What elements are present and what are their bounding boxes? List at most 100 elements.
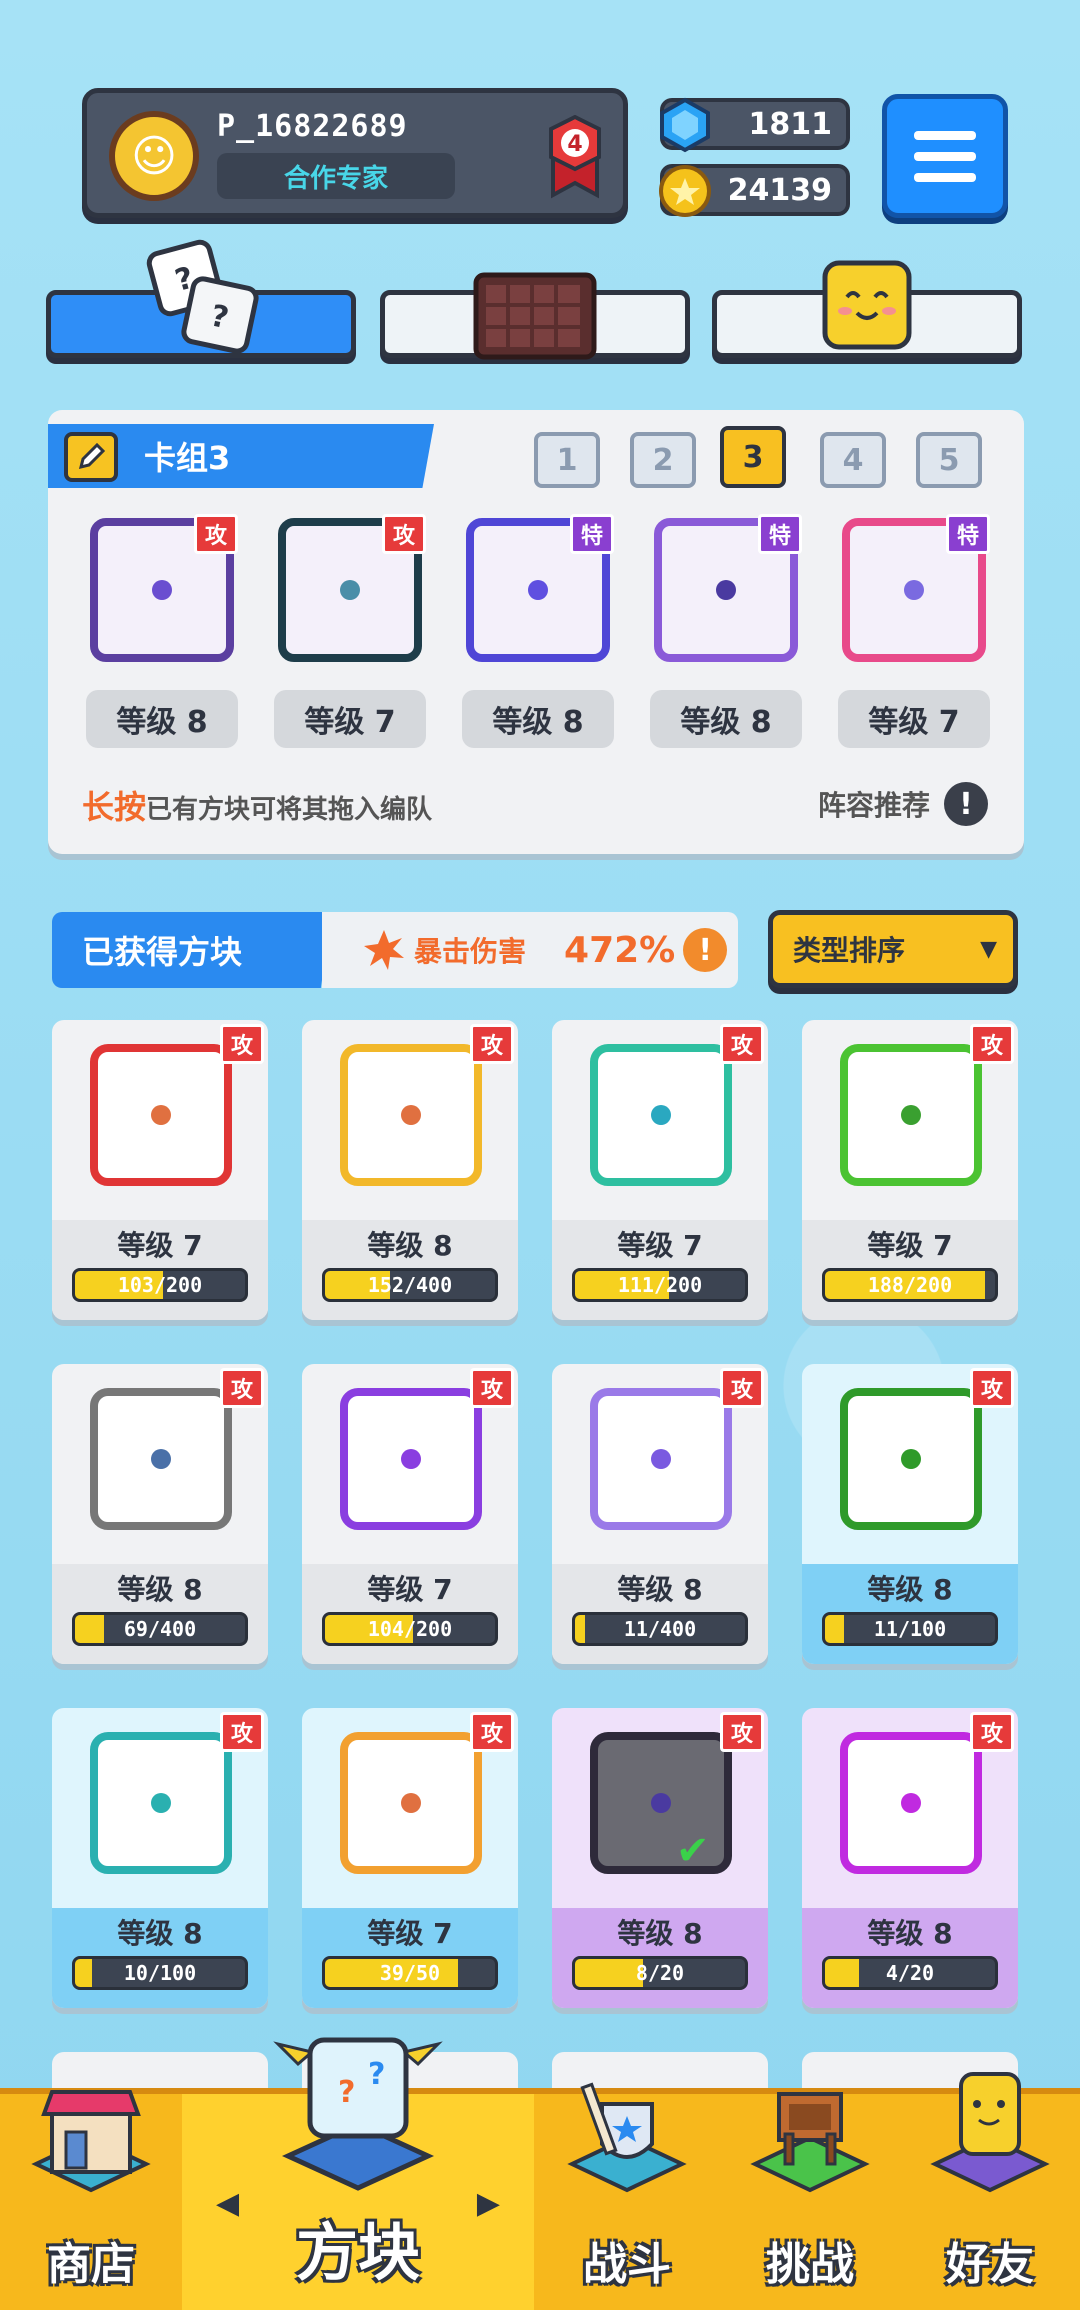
coin-count: 24139 (727, 172, 832, 208)
deck-tab-5[interactable]: 5 (916, 432, 982, 488)
die-type-tag: 攻 (194, 514, 238, 554)
dice-card[interactable]: 攻等级 7 188/200 (802, 1020, 1018, 1320)
card-level: 等级 7 (117, 1229, 203, 1262)
card-level: 等级 7 (367, 1917, 453, 1950)
dice-card[interactable]: 攻等级 8 69/400 (52, 1364, 268, 1664)
dice-face (90, 1044, 232, 1186)
card-level: 等级 7 (867, 1229, 953, 1262)
player-title: 合作专家 (217, 153, 455, 199)
dice-card[interactable]: ✔ 攻等级 8 8/20 (552, 1708, 768, 2008)
crit-info-icon[interactable]: ! (683, 928, 728, 972)
recommend-button[interactable]: 阵容推荐 ! (818, 782, 988, 826)
die-pip (651, 1449, 671, 1469)
deck-tab-1[interactable]: 1 (534, 432, 600, 488)
tab-dice[interactable]: ? ? (46, 239, 356, 358)
menu-icon-line (914, 172, 976, 182)
upgrade-progress-bar: 10/100 (72, 1956, 248, 1990)
deck-die-slot[interactable]: 攻 (90, 514, 238, 662)
nav-battle-label: 战斗 (583, 2239, 671, 2290)
dice-card[interactable]: 攻等级 7 103/200 (52, 1020, 268, 1320)
board-icon (473, 272, 597, 360)
card-level: 等级 7 (367, 1573, 453, 1606)
progress-text: 39/50 (379, 1961, 441, 1985)
dice-card[interactable]: 攻等级 7 111/200 (552, 1020, 768, 1320)
die-pip (651, 1793, 671, 1813)
card-level: 等级 8 (867, 1917, 953, 1950)
profile-card[interactable]: ☺ P_16822689 合作专家 4 (82, 88, 628, 218)
gem-icon (660, 97, 710, 153)
upgrade-progress-bar: 8/20 (572, 1956, 748, 1990)
svg-text:?: ? (368, 2057, 385, 2092)
dice-face (590, 1388, 732, 1530)
deck-die-level: 等级 8 (462, 690, 614, 748)
dice-icon: ? ? (146, 239, 259, 354)
dice-card[interactable]: 攻等级 8 10/100 (52, 1708, 268, 2008)
dice-face (840, 1044, 982, 1186)
menu-button[interactable] (882, 94, 1008, 218)
upgrade-progress-bar: 39/50 (322, 1956, 498, 1990)
deck-tab-2[interactable]: 2 (630, 432, 696, 488)
nav-challenge[interactable]: 挑战 (720, 2092, 900, 2310)
dice-face (840, 1388, 982, 1530)
deck-die-level: 等级 7 (274, 690, 426, 748)
deck-die-level: 等级 8 (650, 690, 802, 748)
sort-dropdown[interactable]: 类型排序 ▼ (768, 910, 1018, 988)
avatar[interactable]: ☺ (109, 111, 199, 201)
upgrade-progress-bar: 104/200 (322, 1612, 498, 1646)
attack-tag: 攻 (970, 1368, 1014, 1408)
upgrade-progress-bar: 188/200 (822, 1268, 998, 1302)
coin-counter[interactable]: 24139 (659, 164, 850, 217)
dice-card[interactable]: 攻等级 8 152/400 (302, 1020, 518, 1320)
upgrade-progress-bar: 152/400 (322, 1268, 498, 1302)
nav-friends-label: 好友 (946, 2239, 1034, 2290)
upgrade-progress-bar: 103/200 (72, 1268, 248, 1302)
info-icon[interactable]: ! (944, 782, 988, 826)
gem-counter[interactable]: 1811 (660, 97, 850, 153)
die-pip (528, 580, 548, 600)
dice-card[interactable]: 攻等级 7 39/50 (302, 1708, 518, 2008)
dice-trophy-icon: ? ? (273, 2037, 443, 2191)
dice-card[interactable]: 攻等级 7 104/200 (302, 1364, 518, 1664)
attack-tag: 攻 (470, 1712, 514, 1752)
tab-board[interactable] (380, 272, 690, 360)
crit-label: 暴击伤害 (414, 935, 527, 968)
deck-die-slot[interactable]: 特 (842, 514, 990, 662)
rank-ribbon-icon[interactable]: 4 (545, 115, 605, 199)
deck-tab-4[interactable]: 4 (820, 432, 886, 488)
svg-text:?: ? (338, 2075, 355, 2110)
nav-shop[interactable]: 商店 (0, 2090, 182, 2310)
deck-panel: 卡组3 1 2 3 4 5 攻等级 8 攻等级 7 特等级 8 特等级 8 特等级 7 … (48, 410, 1024, 854)
battle-icon (567, 2082, 687, 2193)
dice-card[interactable]: 攻等级 8 11/100 (802, 1364, 1018, 1664)
bottom-nav: 商店 ? ? ◀ ▶ 方块 战斗 挑战 好友 (0, 2037, 1080, 2310)
attack-tag: 攻 (220, 1712, 264, 1752)
coin-icon (659, 165, 711, 217)
edit-deck-button[interactable] (64, 432, 118, 482)
attack-tag: 攻 (220, 1368, 264, 1408)
card-level: 等级 8 (617, 1573, 703, 1606)
deck-tab-3[interactable]: 3 (720, 426, 786, 488)
nav-left-arrow-icon[interactable]: ◀ (216, 2186, 239, 2221)
dice-card[interactable]: 攻等级 8 11/400 (552, 1364, 768, 1664)
attack-tag: 攻 (720, 1712, 764, 1752)
nav-shop-label: 商店 (47, 2239, 135, 2290)
nav-battle[interactable]: 战斗 (534, 2082, 720, 2310)
nav-dice[interactable]: ? ? ◀ ▶ 方块 (182, 2037, 534, 2310)
die-pip (901, 1449, 921, 1469)
dice-card[interactable]: 攻等级 8 4/20 (802, 1708, 1018, 2008)
nav-friends[interactable]: 好友 (900, 2072, 1080, 2310)
upgrade-progress-bar: 4/20 (822, 1956, 998, 1990)
deck-die-slot[interactable]: 特 (466, 514, 614, 662)
deck-die-slot[interactable]: 特 (654, 514, 802, 662)
tab-emoji[interactable] (712, 260, 1022, 358)
sort-label: 类型排序 (793, 934, 906, 967)
die-pip (152, 580, 172, 600)
die-pip (151, 1793, 171, 1813)
progress-text: 111/200 (617, 1273, 703, 1297)
attack-tag: 攻 (470, 1368, 514, 1408)
attack-tag: 攻 (470, 1024, 514, 1064)
username: P_16822689 (217, 109, 408, 144)
nav-right-arrow-icon[interactable]: ▶ (477, 2186, 500, 2221)
die-pip (901, 1105, 921, 1125)
deck-die-slot[interactable]: 攻 (278, 514, 426, 662)
